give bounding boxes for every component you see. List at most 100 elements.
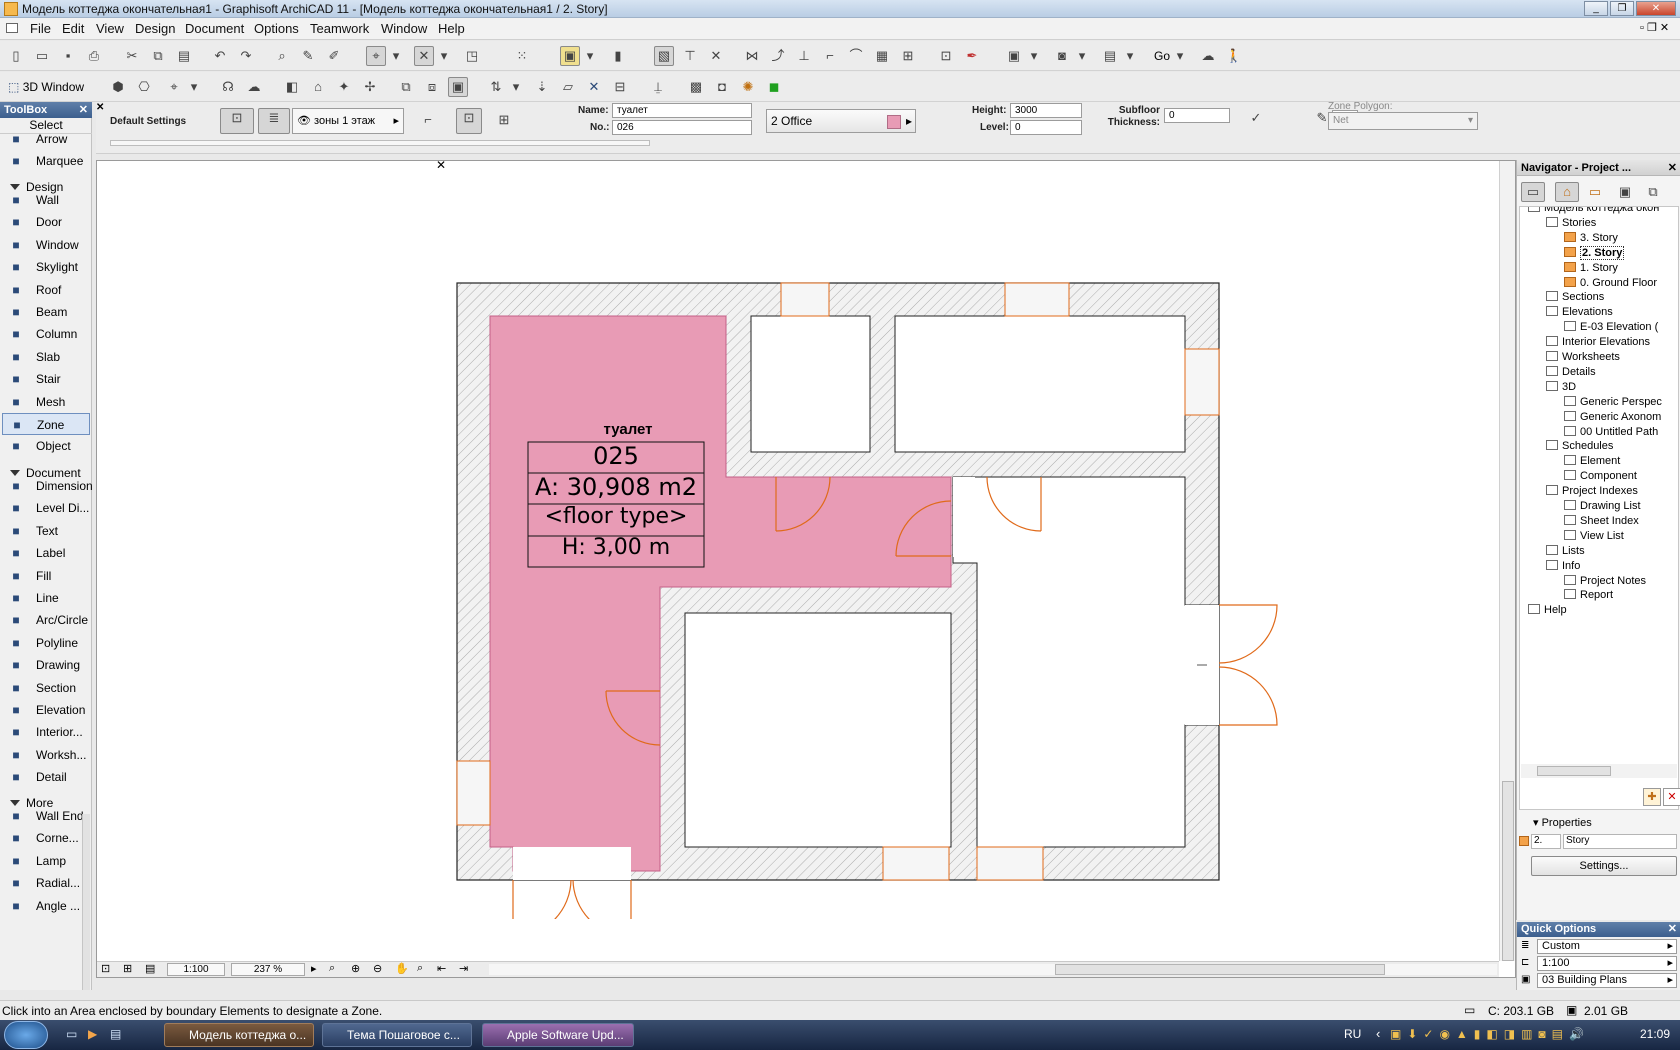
nav-item[interactable]: Модель коттеджа окон <box>1528 207 1659 216</box>
wall-fill-icon[interactable]: ▧ <box>654 46 674 66</box>
walk-mode-icon[interactable]: ☊ <box>218 77 238 97</box>
close-button[interactable]: ✕ <box>1636 1 1676 16</box>
show-desktop-icon[interactable]: ▭ <box>66 1027 77 1041</box>
explorer-icon[interactable]: ▤ <box>110 1027 121 1041</box>
toolbox-close-icon[interactable]: ✕ <box>79 102 88 118</box>
navigator-hscroll-thumb[interactable] <box>1537 766 1611 776</box>
marker-icon[interactable]: ⍊ <box>648 77 668 97</box>
rectangle-method-icon[interactable]: ⊡ <box>456 108 482 134</box>
nav-item[interactable]: 3D <box>1546 380 1576 395</box>
tool-mesh[interactable]: ■ Mesh <box>2 391 90 413</box>
language-indicator[interactable]: RU <box>1344 1027 1361 1041</box>
zoom-window-icon[interactable]: ⌕ <box>329 962 335 975</box>
view-options-icon[interactable]: ▣ <box>1004 46 1024 66</box>
nav-item[interactable]: Project Notes <box>1564 574 1646 589</box>
3d-nav-dropdown-icon[interactable]: ▾ <box>188 77 200 97</box>
nav-item[interactable]: Sections <box>1546 290 1604 305</box>
copy-3d-icon[interactable]: ⧉ <box>396 77 416 97</box>
redo-icon[interactable]: ↷ <box>236 46 256 66</box>
layer-combination-shortcut-icon[interactable]: ⊡ <box>101 962 110 975</box>
nav-item[interactable]: Generic Axonom <box>1564 410 1661 425</box>
nav-item[interactable]: Worksheets <box>1546 350 1620 365</box>
tool-dimension[interactable]: ■ Dimension <box>2 475 92 497</box>
group-icon[interactable]: ▦ <box>872 46 892 66</box>
nav-item[interactable]: E-03 Elevation ( <box>1564 320 1658 335</box>
tool-section[interactable]: ■ Section <box>2 677 90 699</box>
tool-slab[interactable]: ■ Slab <box>2 346 90 368</box>
layout-icon[interactable]: ◙ <box>1052 46 1072 66</box>
task-apple-software-update[interactable]: Apple Software Upd... <box>482 1023 634 1047</box>
roof-op-icon[interactable]: ⌂ <box>308 77 328 97</box>
start-button[interactable] <box>4 1021 48 1049</box>
go-dropdown-icon[interactable]: ▾ <box>1174 46 1186 66</box>
undo-icon[interactable]: ↶ <box>210 46 230 66</box>
tool-wall-end[interactable]: ■ Wall End <box>2 805 90 827</box>
tool-worksh[interactable]: ■ Worksh... <box>2 744 90 766</box>
nav-item[interactable]: 1. Story <box>1564 261 1618 276</box>
menu-document[interactable]: Document <box>185 21 244 36</box>
tool-elevation[interactable]: ■ Elevation <box>2 699 90 721</box>
properties-toggle[interactable]: ▾ Properties <box>1533 816 1592 829</box>
nav-item[interactable]: Elevations <box>1546 305 1613 320</box>
vertical-scroll-thumb[interactable] <box>1502 781 1514 961</box>
pen-icon[interactable]: ✒ <box>962 46 982 66</box>
pan-hand-icon[interactable]: ✋ <box>395 962 409 975</box>
eyedropper-icon[interactable]: ✎ <box>298 46 318 66</box>
model-view-dropdown[interactable]: 03 Building Plans ▸ <box>1537 973 1677 988</box>
calculate-icon[interactable]: ⊟ <box>610 77 630 97</box>
tool-detail[interactable]: ■ Detail <box>2 766 90 788</box>
zone-stamp-name[interactable]: туалет <box>548 421 708 438</box>
project-map-icon[interactable]: ⌂ <box>1555 182 1579 202</box>
document-window-icon[interactable] <box>6 23 18 33</box>
property-number-field[interactable]: 2. <box>1531 834 1561 849</box>
tool-interior[interactable]: ■ Interior... <box>2 721 90 743</box>
system-tray-icons[interactable]: ▣⬇✓◉▲▮◧◨▥◙▤🔊 <box>1390 1027 1590 1041</box>
copy-icon[interactable]: ⧉ <box>148 46 168 66</box>
connect-icon[interactable]: ✕ <box>584 77 604 97</box>
trace-dropdown-icon[interactable]: ▾ <box>584 46 596 66</box>
tool-beam[interactable]: ■ Beam <box>2 301 90 323</box>
new-file-icon[interactable]: ▯ <box>6 46 26 66</box>
view-map-icon[interactable]: ▭ <box>1585 182 1605 202</box>
media-player-icon[interactable]: ▶ <box>88 1027 97 1041</box>
3d-cube-icon[interactable]: ⬢ <box>108 77 128 97</box>
tool-level-di[interactable]: ■ Level Di... <box>2 497 90 519</box>
navigator-close-icon[interactable]: ✕ <box>1668 160 1677 176</box>
paste-3d-icon[interactable]: ⧈ <box>422 77 442 97</box>
tool-corne[interactable]: ■ Corne... <box>2 827 90 849</box>
nav-item[interactable]: Report <box>1564 588 1613 603</box>
zoom-arrow-icon[interactable]: ▸ <box>311 962 317 975</box>
menu-help[interactable]: Help <box>438 21 465 36</box>
nav-item[interactable]: Sheet Index <box>1564 514 1639 529</box>
menu-file[interactable]: File <box>30 21 51 36</box>
minimize-button[interactable]: _ <box>1584 1 1608 16</box>
menu-design[interactable]: Design <box>135 21 175 36</box>
info-box-close-icon[interactable]: ✕ <box>96 102 106 114</box>
publisher-icon[interactable]: ▤ <box>1100 46 1120 66</box>
solid-op-icon[interactable]: ◧ <box>282 77 302 97</box>
ungroup-icon[interactable]: ⊞ <box>898 46 918 66</box>
publisher-dropdown-icon[interactable]: ▾ <box>1124 46 1136 66</box>
nav-item[interactable]: 0. Ground Floor <box>1564 276 1657 291</box>
layout-book-icon[interactable]: ▣ <box>1615 182 1635 202</box>
horizontal-scrollbar[interactable] <box>489 964 1497 975</box>
grid-snap-icon[interactable]: ⁙ <box>512 46 532 66</box>
layer-combination-icon[interactable]: ◳ <box>462 46 482 66</box>
auto-zone-icon[interactable]: ⊞ <box>494 110 514 130</box>
suspend-dropdown-icon[interactable]: ▾ <box>438 46 450 66</box>
menu-edit[interactable]: Edit <box>62 21 84 36</box>
tool-zone[interactable]: ■ Zone <box>2 413 90 435</box>
mdi-controls[interactable]: ▫ ❐ ✕ <box>1640 21 1669 34</box>
zone-settings-icon[interactable]: ⊡ <box>220 108 254 134</box>
nav-item[interactable]: Component <box>1564 469 1637 484</box>
explode-icon[interactable]: ✦ <box>334 77 354 97</box>
tool-polyline[interactable]: ■ Polyline <box>2 632 90 654</box>
layer-selector[interactable]: 👁 зоны 1 этаж ▸ <box>292 108 404 134</box>
fillet-icon[interactable]: ⌐ <box>820 46 840 66</box>
navigator-popup-icon[interactable]: ▭ <box>1521 182 1545 202</box>
elevation-dropdown-icon[interactable]: ▾ <box>510 77 522 97</box>
navigator-settings-button[interactable]: Settings... <box>1531 856 1677 876</box>
tool-object[interactable]: ■ Object <box>2 435 90 457</box>
tray-chevron-icon[interactable]: ‹ <box>1376 1026 1380 1041</box>
pin-icon[interactable]: ⇣ <box>532 77 552 97</box>
